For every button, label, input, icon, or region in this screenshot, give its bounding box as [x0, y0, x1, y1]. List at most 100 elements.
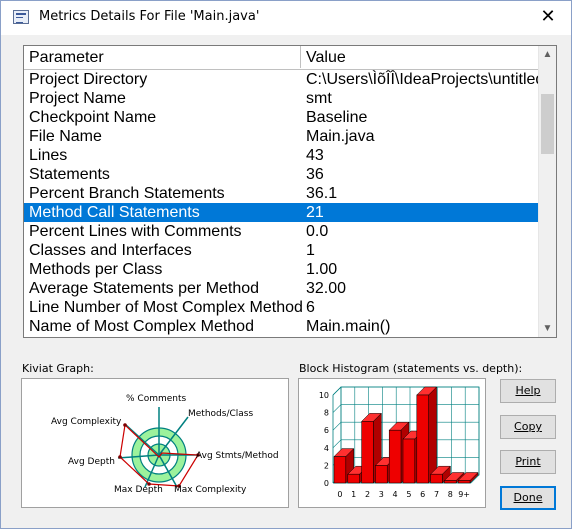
table-row[interactable]: Percent Lines with Comments 0.0 [24, 222, 539, 241]
scroll-thumb[interactable] [541, 94, 554, 154]
histogram-x-tick: 8 [448, 490, 453, 499]
copy-button[interactable]: Copy [500, 415, 556, 439]
histogram-x-tick: 3 [379, 490, 384, 499]
parameter-cell: Percent Branch Statements [29, 185, 225, 202]
histogram-bar [457, 480, 471, 484]
vertical-scrollbar[interactable]: ▲ ▼ [538, 46, 556, 337]
histogram-bar [375, 465, 388, 484]
table-row[interactable]: Classes and Interfaces 1 [24, 241, 539, 260]
table-row[interactable]: Average Statements per Method 32.00 [24, 279, 539, 298]
metrics-table[interactable]: Parameter Value Project Directory C:\User… [23, 45, 557, 338]
column-header-value[interactable]: Value [301, 46, 541, 68]
value-cell: 1 [306, 242, 315, 259]
value-cell: Main.java [306, 128, 375, 145]
histogram-y-tick: 8 [324, 409, 329, 418]
kiviat-point [118, 455, 122, 459]
table-row[interactable]: Name of Most Complex Method Main.main() [24, 317, 539, 336]
kiviat-graph: % Comments Methods/Class Avg Stmts/Metho… [21, 378, 289, 508]
table-row[interactable]: Method Call Statements 21 [24, 203, 539, 222]
histogram-bar [416, 394, 429, 484]
histogram-x-tick: 1 [351, 490, 356, 499]
table-row[interactable]: Project Name smt [24, 89, 539, 108]
histogram-x-tick: 0 [337, 490, 342, 499]
table-body: Project Directory C:\Users\ÌõÎÎ\IdeaProje… [24, 70, 539, 337]
value-cell: Baseline [306, 109, 368, 126]
table-row[interactable]: Project Directory C:\Users\ÌõÎÎ\IdeaProje… [24, 70, 539, 89]
parameter-cell: Line Number of Most Complex Method [29, 299, 303, 316]
histogram-gridline [332, 404, 342, 413]
parameter-cell: Method Call Statements [29, 204, 200, 221]
kiviat-label: Kiviat Graph: [22, 362, 94, 375]
scroll-down-icon[interactable]: ▼ [539, 320, 556, 337]
histogram-bar-side [428, 386, 437, 484]
histogram-y-tick: 0 [324, 479, 329, 488]
parameter-cell: Name of Most Complex Method [29, 318, 254, 335]
title-bar: Metrics Details For File 'Main.java' ✕ [1, 1, 571, 35]
histogram-x-tick: 7 [434, 490, 439, 499]
histogram-bar [347, 473, 360, 484]
value-cell: 1.00 [306, 261, 338, 278]
value-cell: 36.1 [306, 185, 338, 202]
value-cell: 0.0 [306, 223, 329, 240]
histogram-x-tick: 5 [406, 490, 411, 499]
histogram-y-tick: 2 [324, 461, 329, 470]
print-button[interactable]: Print [500, 450, 556, 474]
kiviat-label-methods-class: Methods/Class [188, 409, 253, 419]
kiviat-label-max-depth: Max Depth [114, 485, 163, 495]
parameter-cell: Average Statements per Method [29, 280, 260, 297]
parameter-cell: Statements [29, 166, 110, 183]
value-cell: 32.00 [306, 280, 347, 297]
parameter-cell: Methods per Class [29, 261, 163, 278]
parameter-cell: Classes and Interfaces [29, 242, 192, 259]
parameter-cell: Project Directory [29, 71, 148, 88]
kiviat-label-max-complexity: Max Complexity [174, 485, 247, 495]
value-cell: 36 [306, 166, 324, 183]
histogram-label: Block Histogram (statements vs. depth): [299, 362, 523, 375]
table-row[interactable]: Methods per Class 1.00 [24, 260, 539, 279]
kiviat-label-avg-depth: Avg Depth [68, 457, 115, 467]
kiviat-svg: % Comments Methods/Class Avg Stmts/Metho… [51, 394, 279, 495]
table-row[interactable]: File Name Main.java [24, 127, 539, 146]
histogram-bar [430, 473, 443, 484]
kiviat-label-comments: % Comments [126, 394, 187, 404]
histogram-bar [402, 438, 416, 484]
table-row[interactable]: Statements 36 [24, 165, 539, 184]
table-row[interactable]: Line Number of Most Complex Method 6 [24, 298, 539, 317]
close-button[interactable]: ✕ [525, 1, 571, 33]
block-histogram: 0 2 4 6 8 10 0 1 2 3 4 5 6 7 8 9+ [298, 378, 486, 508]
histogram-x-tick: 2 [365, 490, 370, 499]
histogram-x-tick: 4 [393, 490, 398, 499]
histogram-svg: 02468100 1 2 3 4 5 6 7 8 9+ [319, 386, 480, 499]
parameter-cell: Checkpoint Name [29, 109, 157, 126]
table-header: Parameter Value [24, 46, 539, 70]
histogram-y-tick: 10 [319, 391, 329, 400]
table-row[interactable]: Percent Branch Statements 36.1 [24, 184, 539, 203]
window-title: Metrics Details For File 'Main.java' [39, 9, 260, 24]
column-header-parameter[interactable]: Parameter [24, 46, 301, 68]
value-cell: 6 [306, 299, 315, 316]
table-row[interactable]: Lines 43 [24, 146, 539, 165]
histogram-corner [332, 386, 342, 396]
done-button[interactable]: Done [500, 486, 556, 510]
scroll-up-icon[interactable]: ▲ [539, 46, 556, 63]
parameter-cell: Lines [29, 147, 68, 164]
value-cell: Main.main() [306, 318, 391, 335]
histogram-bar [361, 421, 374, 484]
histogram-x-tick: 6 [420, 490, 425, 499]
kiviat-label-avg-stmts: Avg Stmts/Method [196, 451, 279, 461]
app-icon [13, 10, 29, 24]
value-cell: 43 [306, 147, 324, 164]
histogram-x-tick: 9+ [458, 490, 470, 499]
parameter-cell: File Name [29, 128, 102, 145]
parameter-cell: Percent Lines with Comments [29, 223, 242, 240]
help-button[interactable]: Help [500, 379, 556, 403]
table-row[interactable]: Checkpoint Name Baseline [24, 108, 539, 127]
histogram-gridline [332, 439, 342, 449]
histogram-y-tick: 6 [324, 426, 329, 435]
histogram-y-tick: 4 [324, 444, 329, 453]
histogram-gridline [332, 421, 342, 431]
kiviat-label-avg-complexity: Avg Complexity [51, 417, 122, 427]
value-cell: C:\Users\ÌõÎÎ\IdeaProjects\untitled1 [306, 71, 539, 88]
histogram-bar [388, 429, 402, 484]
metrics-dialog: Metrics Details For File 'Main.java' ✕ P… [0, 0, 572, 529]
